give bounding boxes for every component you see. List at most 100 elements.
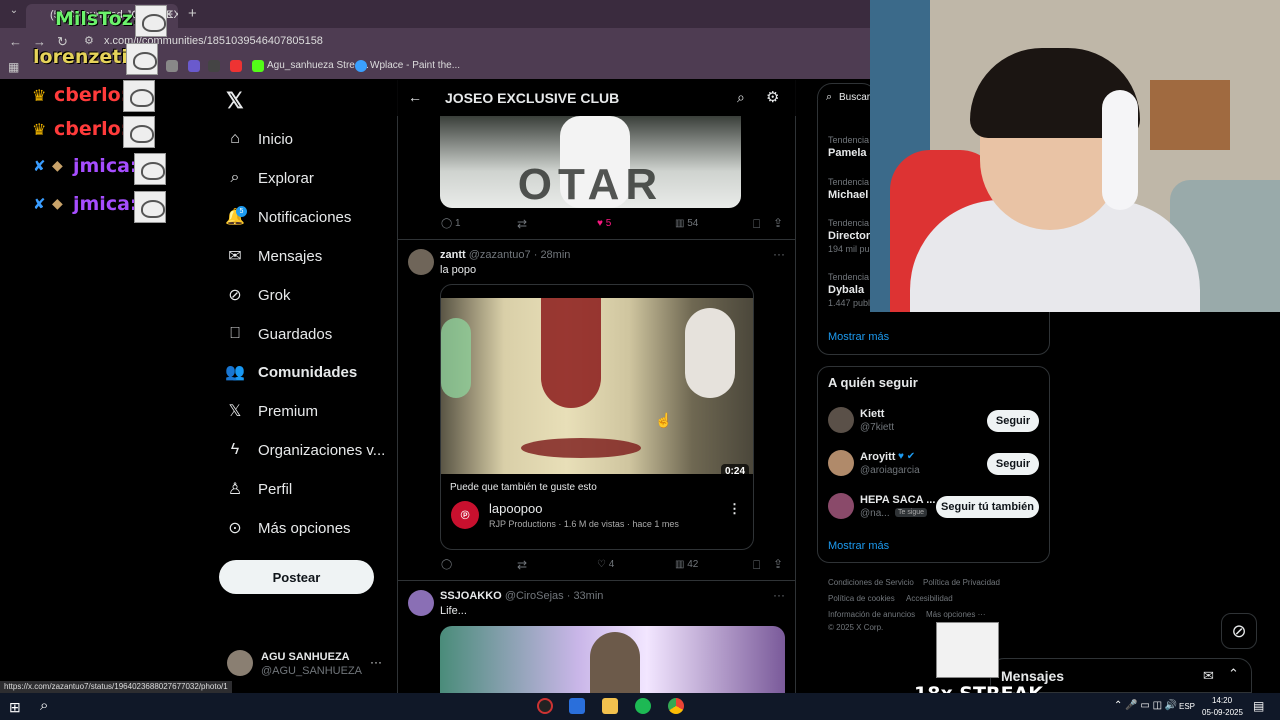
grok-icon[interactable]: ⊘ [1221,613,1257,649]
nav-item-label: Mensajes [258,247,323,265]
nav-item-organizaciones-v[interactable]: ϟ Organizaciones v... [226,435,386,465]
gear-icon[interactable]: ⚙ [766,88,779,106]
wplace-favicon[interactable] [355,60,367,72]
windows-start-icon[interactable]: ⊞ [9,699,21,716]
suggest-more-icon[interactable]: ⋮ [728,501,741,517]
tray-icons[interactable]: ⌃ 🎤 ▭ ◫ 🔊 [1114,700,1177,711]
share-icon[interactable]: ⇪ [773,216,783,230]
back-arrow-icon[interactable]: ← [408,89,422,105]
reply-button[interactable]: ◯ 1 [441,218,461,229]
nav-item-perfil[interactable]: ♙ Perfil [226,474,292,504]
views-button[interactable]: ▥ 54 [675,218,698,229]
follow-button[interactable]: Seguir tú también [936,496,1039,518]
x-logo-icon: 𝕏 [228,403,242,420]
bookmark-link[interactable]: Wplace - Paint the... [370,60,460,71]
store-icon[interactable] [569,698,585,714]
messages-drawer-title[interactable]: Mensajes [1001,668,1064,684]
trend-item[interactable]: Tendencia Director 194 mil pu [828,218,870,254]
nav-item-premium[interactable]: 𝕏 Premium [226,396,318,426]
like-button[interactable]: ♡ 4 [597,559,614,570]
bookmark-favicon[interactable] [208,60,220,72]
post-more-icon[interactable]: ··· [773,588,785,602]
bookmark-icon[interactable]: ⎕ [753,217,760,232]
account-name[interactable]: AGU SANHUEZA [261,651,350,663]
kick-favicon[interactable] [252,60,264,72]
post-author[interactable]: zantt @zazantuo7 · 28min [440,249,570,261]
footer-link[interactable]: Condiciones de Servicio [828,578,914,587]
avatar[interactable] [408,249,434,275]
nav-item-inicio[interactable]: ⌂ Inicio [226,124,293,154]
follow-button[interactable]: Seguir [987,453,1039,475]
follow-show-more[interactable]: Mostrar más [828,540,889,552]
new-message-icon[interactable]: ✉ [1203,668,1214,684]
bookmark-favicon[interactable] [188,60,200,72]
follow-user-name[interactable]: Aroyitt [860,451,895,463]
avatar[interactable] [408,590,434,616]
obs-icon[interactable] [537,698,553,714]
post-button[interactable]: Postear [219,560,374,594]
post-more-icon[interactable]: ··· [773,247,785,261]
avatar[interactable] [828,450,854,476]
nav-item-guardados[interactable]: ⎕ Guardados [226,319,332,349]
search-icon[interactable]: ⌕ [737,89,745,106]
chrome-icon[interactable] [668,698,684,714]
follow-button[interactable]: Seguir [987,410,1039,432]
avatar[interactable] [828,407,854,433]
tab-search-icon[interactable]: ⌄ [6,5,22,21]
footer-link[interactable]: Más opciones ··· [926,610,986,619]
footer-link[interactable]: Política de Privacidad [923,578,1000,587]
trend-item[interactable]: Tendencia Michael [828,177,870,201]
clock-date[interactable]: 05-09-2025 [1202,708,1243,717]
post-image[interactable] [440,626,785,693]
views-button[interactable]: ▥ 42 [675,559,698,570]
video-thumbnail[interactable]: 0:24 [441,298,753,479]
channel-logo-icon[interactable]: ℗ [451,501,479,529]
input-language[interactable]: ESP [1179,702,1195,711]
bookmark-link[interactable]: Agu_sanhueza Strea... [267,60,369,71]
post-author[interactable]: SSJOAKKO @CiroSejas · 33min [440,590,603,602]
video-card[interactable]: 0:24 Puede que también te guste esto ℗ l… [440,284,754,550]
clock-time[interactable]: 14:20 [1212,696,1232,705]
trend-item[interactable]: Tendencia Pamela J [828,135,870,159]
new-tab-icon[interactable]: + [188,5,197,22]
x-logo-icon[interactable]: 𝕏 [226,88,244,114]
nav-item-comunidades[interactable]: 👥 Comunidades [225,357,358,387]
notification-center-icon[interactable]: ▤ [1253,699,1264,713]
search-icon[interactable]: ⌕ [40,697,48,714]
chat-emote [123,80,155,112]
suggest-title[interactable]: lapoopoo [489,501,543,516]
trend-item[interactable]: Tendencia Dybala 1.447 publ [828,272,870,308]
nav-item-m-s-opciones[interactable]: ⊙ Más opciones [226,513,350,543]
sword-badge-icon: ✘ [33,158,46,175]
bookmark-icon[interactable]: ⎕ [753,558,760,573]
expand-icon[interactable]: ⌃ [1228,666,1239,682]
trends-show-more[interactable]: Mostrar más [828,331,889,343]
back-icon[interactable]: ← [9,34,22,49]
repost-icon[interactable]: ⇄ [517,558,527,572]
avatar[interactable] [227,650,253,676]
footer-link[interactable]: Información de anuncios [828,610,915,619]
avatar[interactable] [828,493,854,519]
bookmark-favicon[interactable] [166,60,178,72]
trend-meta: Tendencia [828,218,870,228]
like-button[interactable]: ♥ 5 [597,218,611,229]
folder-icon[interactable] [602,698,618,714]
apps-grid-icon[interactable]: ▦ [8,60,19,74]
nav-item-label: Comunidades [258,363,358,381]
nav-item-grok[interactable]: ⊘ Grok [226,280,290,310]
nav-item-label: Premium [258,402,319,420]
nav-item-explorar[interactable]: ⌕ Explorar [226,163,314,193]
follow-user-name[interactable]: Kiett [860,408,884,420]
footer-link[interactable]: Política de cookies [828,594,895,603]
footer-link[interactable]: Accesibilidad [906,594,953,603]
reply-icon[interactable]: ◯ [441,559,452,570]
bookmark-favicon[interactable] [230,60,242,72]
account-more-icon[interactable]: ··· [370,655,382,669]
nav-item-mensajes[interactable]: ✉ Mensajes [226,241,322,271]
share-icon[interactable]: ⇪ [773,557,783,571]
repost-icon[interactable]: ⇄ [517,217,527,231]
post-image[interactable]: OTAR [440,116,741,208]
spotify-icon[interactable] [635,698,651,714]
blood-pool [521,438,641,458]
follow-user-name[interactable]: HEPA SACA ... [860,494,935,506]
